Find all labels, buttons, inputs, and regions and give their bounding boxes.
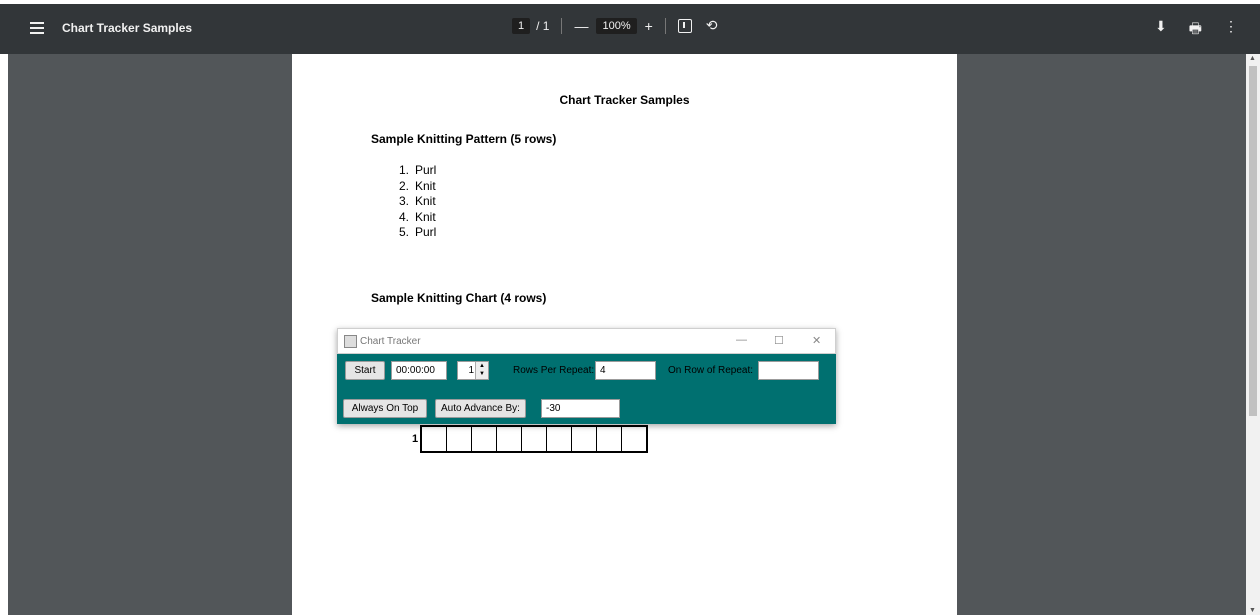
rotate-icon[interactable]: ⟲ <box>706 17 718 34</box>
maximize-icon[interactable]: ☐ <box>774 334 784 347</box>
menu-icon[interactable] <box>30 22 44 34</box>
pdf-toolbar: Chart Tracker Samples 1 / 1 — 100% + ⟲ ⬇… <box>0 0 1260 54</box>
chart-cell <box>422 427 448 451</box>
always-on-top-button[interactable]: Always On Top <box>343 399 427 418</box>
row-spinner[interactable]: 1 ▲ ▼ <box>457 361 489 380</box>
window-title: Chart Tracker <box>360 336 421 347</box>
left-edge <box>0 54 8 615</box>
download-icon[interactable]: ⬇ <box>1155 18 1167 42</box>
chart-tracker-window: Chart Tracker — ☐ ✕ Start 00:00:00 1 ▲ ▼ … <box>337 328 836 424</box>
zoom-in-button[interactable]: + <box>645 18 653 34</box>
pattern-list: 1. Purl 2. Knit 3. Knit 4. Knit 5. Purl <box>371 163 436 241</box>
timer-field[interactable]: 00:00:00 <box>391 361 447 380</box>
divider <box>561 17 563 34</box>
list-item: 2. Knit <box>398 178 436 193</box>
pattern-title: Sample Knitting Pattern (5 rows) <box>371 132 557 146</box>
chart-title: Sample Knitting Chart (4 rows) <box>371 291 547 305</box>
on-row-field[interactable] <box>758 361 819 380</box>
on-row-label: On Row of Repeat: <box>668 365 754 376</box>
more-options-icon[interactable]: ⋮ <box>1224 18 1238 42</box>
chart-cell <box>622 427 646 451</box>
list-item: 4. Knit <box>398 209 436 224</box>
page-controls: 1 / 1 — 100% + ⟲ <box>512 17 718 34</box>
chart-row-number: 1 <box>412 433 419 445</box>
zoom-out-button[interactable]: — <box>574 18 588 34</box>
close-icon[interactable]: ✕ <box>812 334 821 347</box>
top-edge <box>0 0 1260 4</box>
chart-cell <box>497 427 523 451</box>
spinner-arrows-icon[interactable]: ▲ ▼ <box>475 362 488 379</box>
minimize-icon[interactable]: — <box>736 334 747 346</box>
rows-per-repeat-field[interactable]: 4 <box>595 361 656 380</box>
spinner-value: 1 <box>468 365 474 376</box>
chart-cell <box>522 427 548 451</box>
chart-cell <box>572 427 598 451</box>
auto-advance-field[interactable]: -30 <box>541 399 620 418</box>
auto-advance-button[interactable]: Auto Advance By: <box>435 399 526 418</box>
start-button[interactable]: Start <box>345 361 385 380</box>
toolbar-actions: ⬇ 🖶 ⋮ <box>1155 18 1238 42</box>
chart-cell <box>547 427 573 451</box>
fit-page-icon[interactable] <box>677 18 692 33</box>
print-icon[interactable]: 🖶 <box>1189 18 1202 42</box>
list-item: 5. Purl <box>398 225 437 239</box>
page-total: / 1 <box>536 18 550 33</box>
divider <box>664 17 666 34</box>
page-number-input[interactable]: 1 <box>512 17 531 34</box>
page-heading: Chart Tracker Samples <box>559 93 690 107</box>
rows-per-repeat-label: Rows Per Repeat: <box>513 365 595 376</box>
chart-cell <box>447 427 473 451</box>
chart-row: 1 <box>412 425 649 453</box>
chart-cell <box>472 427 498 451</box>
window-titlebar[interactable]: Chart Tracker — ☐ ✕ <box>337 328 836 354</box>
scroll-down-icon[interactable]: ▼ <box>1249 607 1256 614</box>
document-title: Chart Tracker Samples <box>62 21 193 35</box>
scroll-up-icon[interactable]: ▲ <box>1249 55 1256 62</box>
zoom-input[interactable]: 100% <box>596 17 637 34</box>
list-item: 3. Knit <box>398 194 436 208</box>
app-icon <box>344 335 357 348</box>
list-item: 1. Purl <box>398 163 437 177</box>
chart-cell <box>597 427 623 451</box>
scroll-thumb[interactable] <box>1249 66 1257 416</box>
chart-cells <box>420 425 649 453</box>
scrollbar[interactable]: ▲ ▼ <box>1246 54 1260 615</box>
